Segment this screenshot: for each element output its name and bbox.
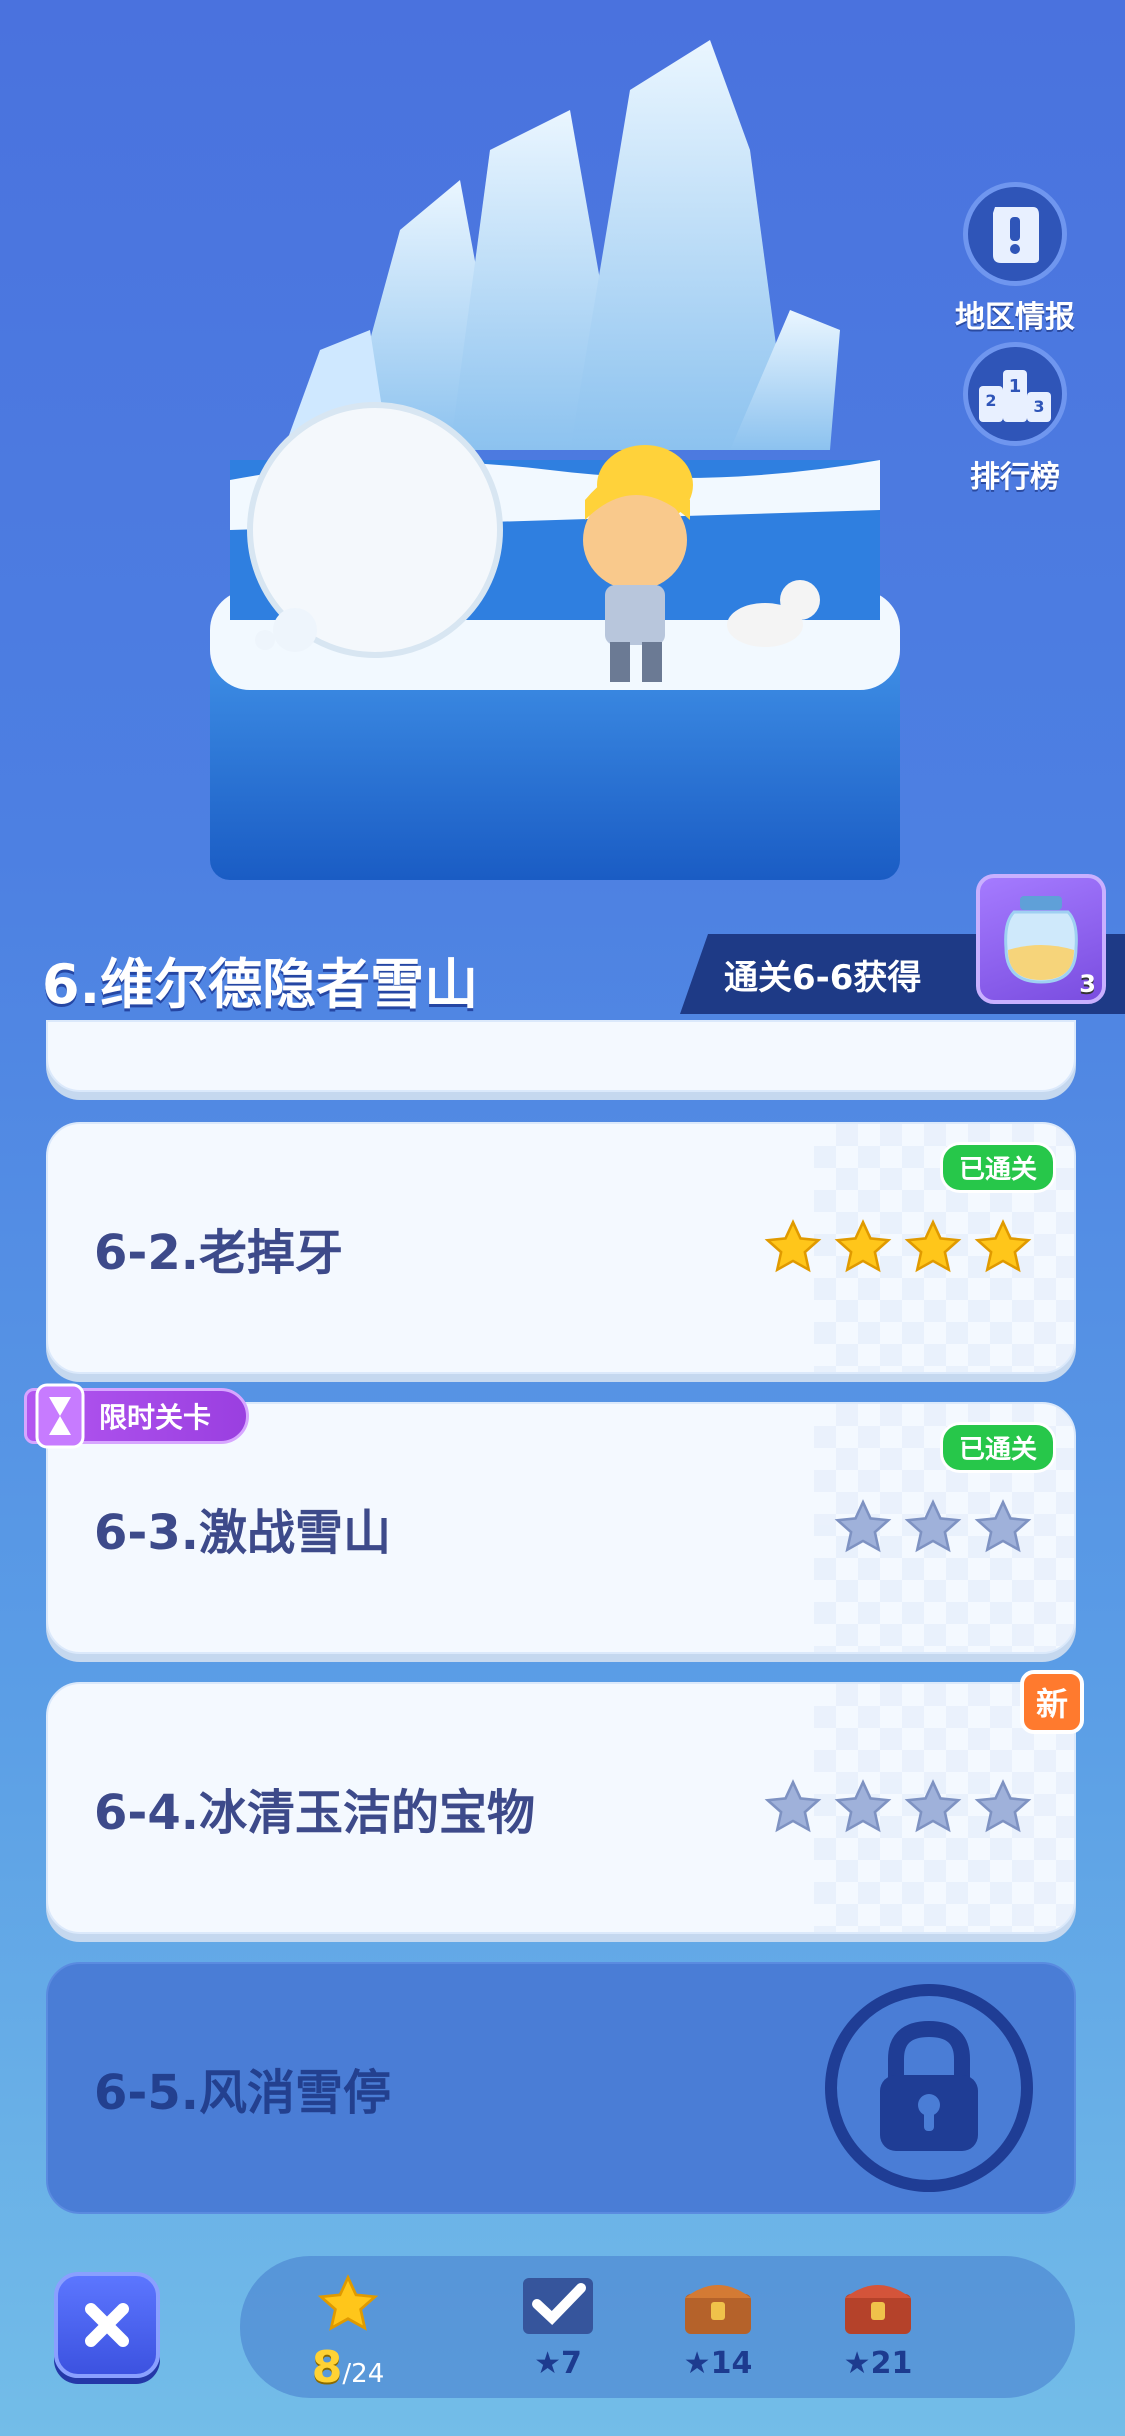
podium-icon: 1 2 3 [963, 342, 1067, 446]
close-button[interactable] [54, 2272, 160, 2378]
milestone-checkmark[interactable]: ★7 [498, 2272, 618, 2381]
region-info-button[interactable]: 地区情报 [940, 182, 1090, 336]
limited-time-label: 限时关卡 [99, 1401, 212, 1434]
lock-icon [825, 1984, 1033, 2192]
star-empty-icon [974, 1779, 1032, 1833]
level-card-partial[interactable] [46, 1020, 1076, 1092]
cleared-badge: 已通关 [939, 1422, 1056, 1473]
reward-count: 3 [1079, 970, 1096, 998]
star-small-icon: ★ [534, 2346, 562, 2381]
leaderboard-button[interactable]: 1 2 3 排行榜 [940, 342, 1090, 496]
new-badge: 新 [1020, 1670, 1084, 1734]
region-info-label: 地区情报 [955, 300, 1075, 335]
milestone-value: 7 [561, 2346, 582, 2381]
level-card-6-4[interactable]: 6-4.冰清玉洁的宝物 [46, 1682, 1076, 1934]
star-empty-icon [974, 1499, 1032, 1553]
star-progress-bar: 8/24 ★7 ★14 ★21 [240, 2256, 1075, 2398]
level-title: 6-4.冰清玉洁的宝物 [94, 1785, 535, 1841]
scroll-icon [963, 182, 1067, 286]
svg-text:2: 2 [985, 391, 996, 410]
level-stars [762, 1777, 1034, 1839]
star-filled-icon [764, 1219, 822, 1273]
milestone-value: 21 [870, 2346, 913, 2381]
limited-time-tag: 限时关卡 [24, 1383, 249, 1449]
level-title: 6-5.风消雪停 [94, 2065, 391, 2121]
milestone-value: 14 [710, 2346, 753, 2381]
level-title: 6-2.老掉牙 [94, 1225, 343, 1281]
treasure-chest-icon [685, 2285, 751, 2334]
iceberg-illustration [210, 40, 900, 880]
star-filled-icon [834, 1219, 892, 1273]
close-icon [85, 2303, 129, 2347]
svg-text:1: 1 [1009, 376, 1022, 397]
treasure-chest-icon [845, 2285, 911, 2334]
star-filled-icon [974, 1219, 1032, 1273]
star-empty-icon [904, 1779, 962, 1833]
star-total: 8/24 [288, 2272, 408, 2393]
level-stars [832, 1497, 1034, 1559]
reward-condition-text: 通关6-6获得 [724, 957, 922, 998]
cleared-badge: 已通关 [939, 1142, 1056, 1193]
star-empty-icon [904, 1499, 962, 1553]
star-empty-icon [834, 1779, 892, 1833]
chapter-title: 6.维尔德隐者雪山 [42, 953, 479, 1016]
star-gold-icon [317, 2274, 379, 2331]
stars-total: /24 [342, 2359, 385, 2389]
level-card-6-2[interactable]: 已通关 6-2.老掉牙 [46, 1122, 1076, 1374]
stars-current: 8 [311, 2342, 343, 2393]
milestone-chest-2[interactable]: ★21 [818, 2272, 938, 2381]
level-stars [762, 1217, 1034, 1279]
star-small-icon: ★ [683, 2346, 711, 2381]
level-card-6-5[interactable]: 6-5.风消雪停 [46, 1962, 1076, 2214]
level-title: 6-3.激战雪山 [94, 1505, 391, 1561]
star-filled-icon [904, 1219, 962, 1273]
reward-jar-item[interactable]: 3 [976, 874, 1106, 1004]
star-empty-icon [834, 1499, 892, 1553]
svg-text:3: 3 [1033, 397, 1044, 416]
star-small-icon: ★ [843, 2346, 871, 2381]
leaderboard-label: 排行榜 [970, 460, 1060, 495]
star-empty-icon [764, 1779, 822, 1833]
hourglass-icon [35, 1383, 85, 1449]
checkmark-box-icon [523, 2278, 593, 2334]
milestone-chest-1[interactable]: ★14 [658, 2272, 778, 2381]
level-hero-illustration [190, 30, 930, 890]
